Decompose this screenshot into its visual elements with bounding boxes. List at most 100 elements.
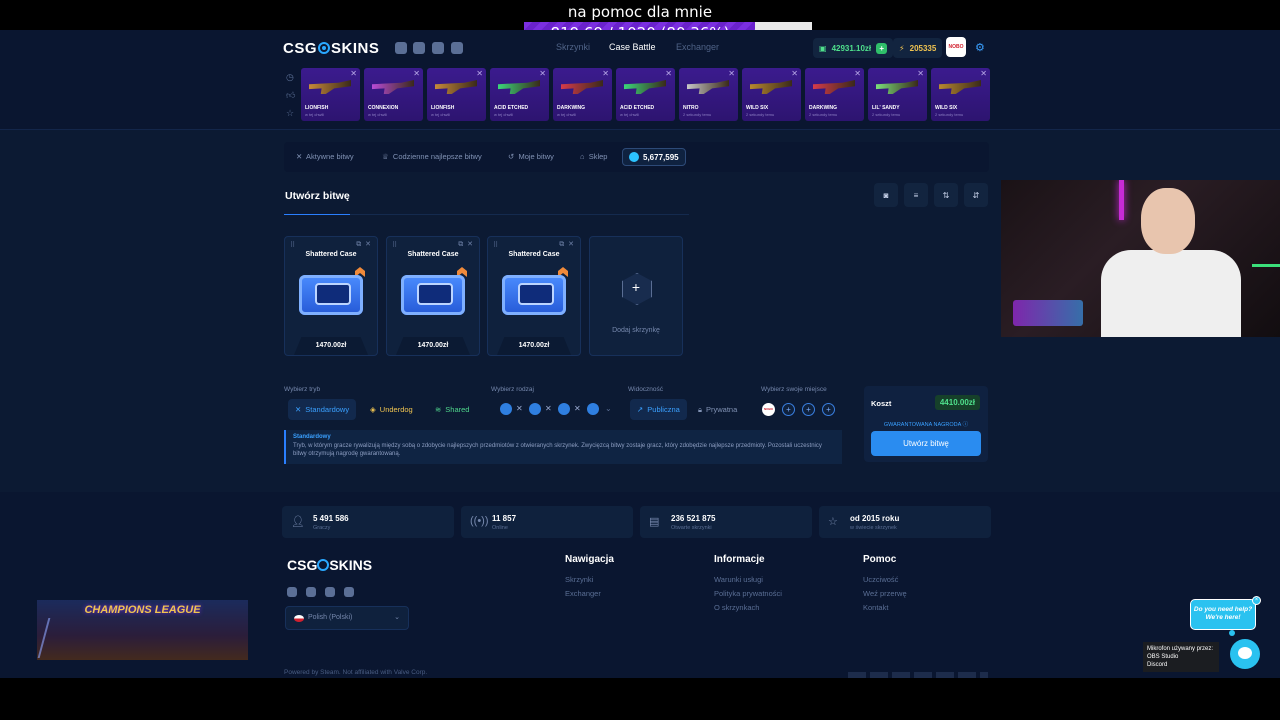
close-icon[interactable]: ✕ [791,69,798,78]
balance-display[interactable]: ▣ 42931.10zł + [813,38,894,58]
create-battle-button[interactable]: Utwórz bitwę [871,431,981,456]
footer-link[interactable]: Kontakt [863,603,888,612]
close-icon[interactable]: ✕ [728,69,735,78]
footer-link[interactable]: O skrzynkach [714,603,759,612]
visibility-public[interactable]: ↗ Publiczna [630,399,687,420]
case-card[interactable]: ⠿ ⧉ ✕ Shattered Case 1470.00zł [487,236,581,356]
close-icon[interactable]: ✕ [665,69,672,78]
close-icon[interactable]: × [1252,596,1261,605]
instagram-icon[interactable] [325,587,335,597]
nav-skrzynki[interactable]: Skrzynki [556,42,590,52]
x-twitter-icon[interactable] [344,587,354,597]
close-icon[interactable]: ✕ [467,241,473,248]
live-drop-card[interactable]: ✕ WILD SIX 2 sekundy temu [931,68,990,121]
star-icon[interactable]: ☆ [286,108,296,126]
deposit-plus-icon[interactable]: + [876,42,888,54]
mode-standard[interactable]: ✕ Standardowy [288,399,357,420]
add-case-button[interactable]: + Dodaj skrzynkę [589,236,683,356]
x-twitter-icon[interactable] [451,42,463,54]
close-icon[interactable]: ✕ [350,69,357,78]
close-icon[interactable]: ✕ [568,241,574,248]
live-drops-strip: ✕ LIONFISH w tej chwili ✕ CONNEXION w tej chw… [301,68,990,121]
chevron-down-icon[interactable]: ⌄ [605,404,612,413]
visibility-private[interactable]: 🔒︎ Prywatna [691,399,744,420]
seat-plus-icon[interactable]: + [782,403,795,416]
coins-display[interactable]: ⚡ 205335 [893,38,943,58]
facebook-icon[interactable] [413,42,425,54]
close-icon[interactable]: ✕ [476,69,483,78]
discord-icon[interactable] [287,587,297,597]
footer-link[interactable]: Uczciwość [863,575,898,584]
mode-underdog[interactable]: ◈ Underdog [363,399,420,420]
player-icon[interactable] [529,403,541,415]
footer-link[interactable]: Weź przerwę [863,589,907,598]
close-icon[interactable]: ✕ [854,69,861,78]
site-logo[interactable]: CSG SKINS [283,40,379,57]
weapon-skin-image [813,80,855,94]
live-drop-card[interactable]: ✕ ACID ETCHED w tej chwili [616,68,675,121]
footer-logo[interactable]: CSG SKINS [287,557,372,573]
live-drop-card[interactable]: ✕ DARKWING w tej chwili [553,68,612,121]
case-card[interactable]: ⠿ ⧉ ✕ Shattered Case 1470.00zł [284,236,378,356]
guaranteed-prize-label[interactable]: GWARANTOWANA NAGRODA ⓘ [864,420,988,428]
live-drop-card[interactable]: ✕ LIL' SANDY 2 sekundy temu [868,68,927,121]
close-icon[interactable]: ✕ [980,69,987,78]
live-drop-card[interactable]: ✕ ACID ETCHED w tej chwili [490,68,549,121]
player-icon[interactable] [500,403,512,415]
footer-link[interactable]: Exchanger [565,589,601,598]
create-battle-title: Utwórz bitwę [285,190,350,202]
seat-taken-avatar[interactable]: NOBO [762,403,775,416]
footer-link[interactable]: Warunki usługi [714,575,763,584]
drag-handle-icon[interactable]: ⠿ [290,241,295,249]
user-avatar[interactable]: NOBO [946,37,966,57]
tab-my-battles[interactable]: ↺ Moje bitwy [508,152,554,161]
tab-daily-best[interactable]: ♕ Codzienne najlepsze bitwy [382,152,482,161]
nav-exchanger[interactable]: Exchanger [676,42,719,52]
close-icon[interactable]: ✕ [365,241,371,248]
footer-link[interactable]: Skrzynki [565,575,593,584]
help-chat-bubble[interactable]: Do you need help? We're here! [1190,599,1256,630]
mode-shared[interactable]: ≋ Shared [428,399,476,420]
case-card[interactable]: ⠿ ⧉ ✕ Shattered Case 1470.00zł [386,236,480,356]
cost-value: 4410.00zł [934,395,980,410]
logo-circle-icon [317,559,330,571]
copy-icon[interactable]: ⧉ [458,241,463,248]
language-select[interactable]: Polish (Polski) ⌄ [285,606,409,630]
instagram-icon[interactable] [432,42,444,54]
bot-toggle-button[interactable]: ◙ [874,183,898,207]
player-icon[interactable] [587,403,599,415]
thumbs-up-icon[interactable]: 👍︎ [286,90,296,108]
close-icon[interactable]: ✕ [539,69,546,78]
close-icon[interactable]: ✕ [413,69,420,78]
tab-shop[interactable]: ⌂ Sklep [580,152,607,161]
sort-desc-button[interactable]: ⇵ [964,183,988,207]
live-drop-card[interactable]: ✕ NITRO 2 sekundy temu [679,68,738,121]
tab-active-battles[interactable]: ✕ Aktywne bitwy [296,152,354,161]
footer-link[interactable]: Polityka prywatności [714,589,782,598]
facebook-icon[interactable] [306,587,316,597]
nav-case-battle[interactable]: Case Battle [609,42,656,52]
drag-handle-icon[interactable]: ⠿ [493,241,498,249]
seat-plus-icon[interactable]: + [802,403,815,416]
clock-icon[interactable]: ◷ [286,72,296,90]
coin-balance-pill[interactable]: 5,677,595 [622,148,686,166]
player-icon[interactable] [558,403,570,415]
drag-handle-icon[interactable]: ⠿ [392,241,397,249]
live-drop-card[interactable]: ✕ LIONFISH w tej chwili [301,68,360,121]
chat-launcher-button[interactable] [1230,639,1260,669]
copy-icon[interactable]: ⧉ [559,241,564,248]
live-drop-card[interactable]: ✕ WILD SIX 2 sekundy temu [742,68,801,121]
close-icon[interactable]: ✕ [917,69,924,78]
live-drop-card[interactable]: ✕ CONNEXION w tej chwili [364,68,423,121]
sort-asc-button[interactable]: ⇅ [934,183,958,207]
mode-shared-label: Shared [445,405,470,414]
live-drop-card[interactable]: ✕ DARKWING 2 sekundy temu [805,68,864,121]
guaranteed-prize-text: GWARANTOWANA NAGRODA [883,422,962,428]
close-icon[interactable]: ✕ [602,69,609,78]
copy-icon[interactable]: ⧉ [356,241,361,248]
live-drop-card[interactable]: ✕ LIONFISH w tej chwili [427,68,486,121]
stack-button[interactable]: ≡ [904,183,928,207]
discord-icon[interactable] [395,42,407,54]
seat-plus-icon[interactable]: + [822,403,835,416]
settings-gear-icon[interactable]: ⚙ [975,41,985,54]
